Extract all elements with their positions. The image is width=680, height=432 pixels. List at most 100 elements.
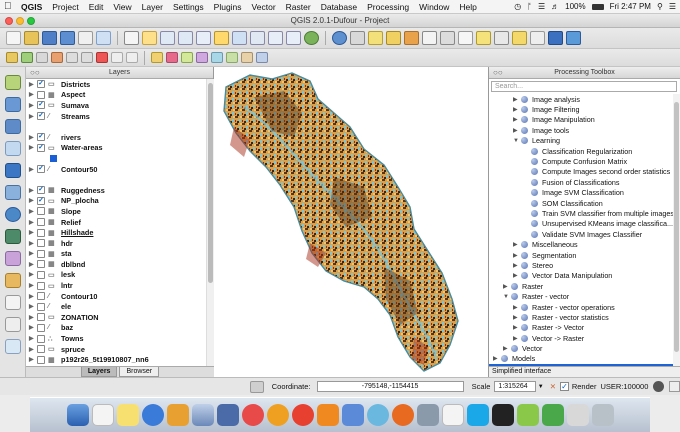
current-edits-icon[interactable] <box>6 52 18 63</box>
new-project-icon[interactable] <box>6 31 21 45</box>
bluetooth-icon[interactable]: ᚩ <box>527 2 532 11</box>
tree-arrow-icon[interactable]: ▶ <box>513 324 521 331</box>
layer-row[interactable]: ▶ ✓ ▭ Water-areas <box>26 143 206 154</box>
map-canvas[interactable] <box>214 67 488 377</box>
toolbox-item[interactable]: ▶ Models <box>489 354 673 364</box>
expand-arrow-icon[interactable]: ▶ <box>29 91 37 98</box>
expand-arrow-icon[interactable]: ▶ <box>29 102 37 109</box>
expand-arrow-icon[interactable]: ▶ <box>29 166 37 173</box>
layer-row[interactable]: ▶ ▭ spruce <box>26 344 206 355</box>
layer-row[interactable]: ▶ ⁄ Contour10 <box>26 291 206 302</box>
layer-row[interactable]: ▶ ▭ lesk <box>26 270 206 281</box>
expand-arrow-icon[interactable]: ▶ <box>29 208 37 215</box>
expand-arrow-icon[interactable]: ▶ <box>29 271 37 278</box>
zoom-last-icon[interactable] <box>268 31 283 45</box>
toolbox-item[interactable]: ▶ Vector -> Raster <box>489 333 673 343</box>
itunes-icon[interactable] <box>241 404 264 426</box>
layer-row[interactable]: ▶ ∴ Towns <box>26 333 206 344</box>
expand-arrow-icon[interactable]: ▶ <box>29 293 37 300</box>
layer-visibility-checkbox[interactable] <box>37 345 45 354</box>
layer-row[interactable]: ▶ ▦ Relief <box>26 217 206 228</box>
layer-row[interactable]: ▶ ⁄ ele <box>26 301 206 312</box>
toolbox-item[interactable]: SOM Classification <box>489 198 673 208</box>
menu-project[interactable]: Project <box>47 2 83 12</box>
tree-arrow-icon[interactable]: ▶ <box>493 355 501 362</box>
tab-browser[interactable]: Browser <box>119 367 160 377</box>
scrollbar-thumb[interactable] <box>674 102 679 352</box>
zoom-window-button[interactable] <box>27 17 35 25</box>
toolbox-item[interactable]: ▼ Learning <box>489 136 673 146</box>
zoom-out-icon[interactable] <box>178 31 193 45</box>
add-raster-layer-icon[interactable] <box>5 97 21 112</box>
show-bookmarks-icon[interactable] <box>494 31 509 45</box>
layer-visibility-checkbox[interactable] <box>37 239 45 248</box>
clock[interactable]: Fri 2:47 PM <box>610 2 651 11</box>
toolbox-item[interactable]: ▶ Image Manipulation <box>489 115 673 125</box>
ibooks-icon[interactable] <box>266 404 289 426</box>
layer-visibility-checkbox[interactable] <box>37 228 45 237</box>
new-spatialite-icon[interactable] <box>5 317 21 332</box>
minimize-window-button[interactable] <box>16 17 24 25</box>
help-icon[interactable] <box>566 31 581 45</box>
toggle-editing-icon[interactable] <box>21 52 33 63</box>
add-postgis-layer-icon[interactable] <box>5 119 21 134</box>
expand-arrow-icon[interactable]: ▶ <box>29 250 37 257</box>
layer-row[interactable]: ▶ ▦ sta <box>26 249 206 260</box>
layer-row[interactable]: ▶ ✓ ▭ Districts <box>26 79 206 90</box>
layer-row[interactable]: ▶ ✓ ▭ Sumava <box>26 100 206 111</box>
open-project-icon[interactable] <box>24 31 39 45</box>
panel-close-icon[interactable]: ○○ <box>30 69 40 77</box>
layer-visibility-checkbox[interactable]: ✓ <box>37 186 45 195</box>
tree-arrow-icon[interactable]: ▼ <box>513 138 521 144</box>
attribute-table-icon[interactable] <box>422 31 437 45</box>
tree-arrow-icon[interactable]: ▶ <box>513 116 521 123</box>
toolbox-item[interactable]: Validate SVM Images Classifier <box>489 229 673 239</box>
layer-row[interactable]: ▶ ▦ Aspect <box>26 90 206 101</box>
firefox-icon[interactable] <box>391 404 414 426</box>
layer-row[interactable]: ▶ ▦ dblbnd <box>26 259 206 270</box>
app-store-icon[interactable] <box>216 404 239 426</box>
scale-field[interactable]: 1:315264 <box>494 381 536 392</box>
toolbox-item[interactable]: Classification Regularization <box>489 146 673 156</box>
select-features-icon[interactable] <box>350 31 365 45</box>
close-window-button[interactable] <box>5 17 13 25</box>
expand-arrow-icon[interactable]: ▶ <box>29 346 37 353</box>
crs-globe-icon[interactable] <box>653 381 665 392</box>
tree-arrow-icon[interactable]: ▶ <box>503 283 511 290</box>
apple-icon[interactable]:  <box>4 1 16 12</box>
menu-window[interactable]: Window <box>414 2 454 12</box>
layer-row[interactable]: ▶ ✓ ▦ Ruggedness <box>26 185 206 196</box>
toolbox-item[interactable]: ▶ Image Filtering <box>489 104 673 114</box>
add-wcs-layer-icon[interactable] <box>5 229 21 244</box>
calendar-icon[interactable] <box>91 404 114 426</box>
rotate-label-icon[interactable] <box>211 52 223 63</box>
pan-hand-icon[interactable] <box>124 31 139 45</box>
zoom-to-selection-icon[interactable] <box>214 31 229 45</box>
expand-arrow-icon[interactable]: ▶ <box>29 356 37 363</box>
volume-icon[interactable]: ♬ <box>551 2 559 11</box>
toolbox-item[interactable]: ▶ Vector Data Manipulation <box>489 271 673 281</box>
tree-arrow-icon[interactable]: ▶ <box>503 345 511 352</box>
tree-arrow-icon[interactable]: ▶ <box>513 335 521 342</box>
tree-arrow-icon[interactable]: ▶ <box>513 241 521 248</box>
expand-arrow-icon[interactable]: ▶ <box>29 335 37 342</box>
skype-icon[interactable] <box>466 404 489 426</box>
toolbox-item[interactable]: Unsupervised KMeans image classifica... <box>489 219 673 229</box>
expand-arrow-icon[interactable]: ▶ <box>29 187 37 194</box>
expand-arrow-icon[interactable]: ▶ <box>29 81 37 88</box>
qgis-icon[interactable] <box>516 404 539 426</box>
tree-arrow-icon[interactable]: ▶ <box>513 262 521 269</box>
toolbox-item[interactable]: ▶ Miscellaneous <box>489 239 673 249</box>
chrome-icon[interactable] <box>291 404 314 426</box>
pan-to-selection-icon[interactable] <box>142 31 157 45</box>
add-vector-layer-icon[interactable] <box>5 75 21 90</box>
toolbox-item[interactable]: ▶ Image tools <box>489 125 673 135</box>
layer-visibility-checkbox[interactable]: ✓ <box>37 165 45 174</box>
diagram-tool-icon[interactable] <box>256 52 268 63</box>
expand-arrow-icon[interactable]: ▶ <box>29 113 37 120</box>
layer-visibility-checkbox[interactable]: ✓ <box>37 196 45 205</box>
move-label-icon[interactable] <box>196 52 208 63</box>
tree-arrow-icon[interactable]: ▶ <box>513 252 521 259</box>
layer-row[interactable]: ▶ ✓ ⁄ rivers <box>26 132 206 143</box>
simplified-interface-link[interactable]: Simplified interface <box>489 366 680 377</box>
